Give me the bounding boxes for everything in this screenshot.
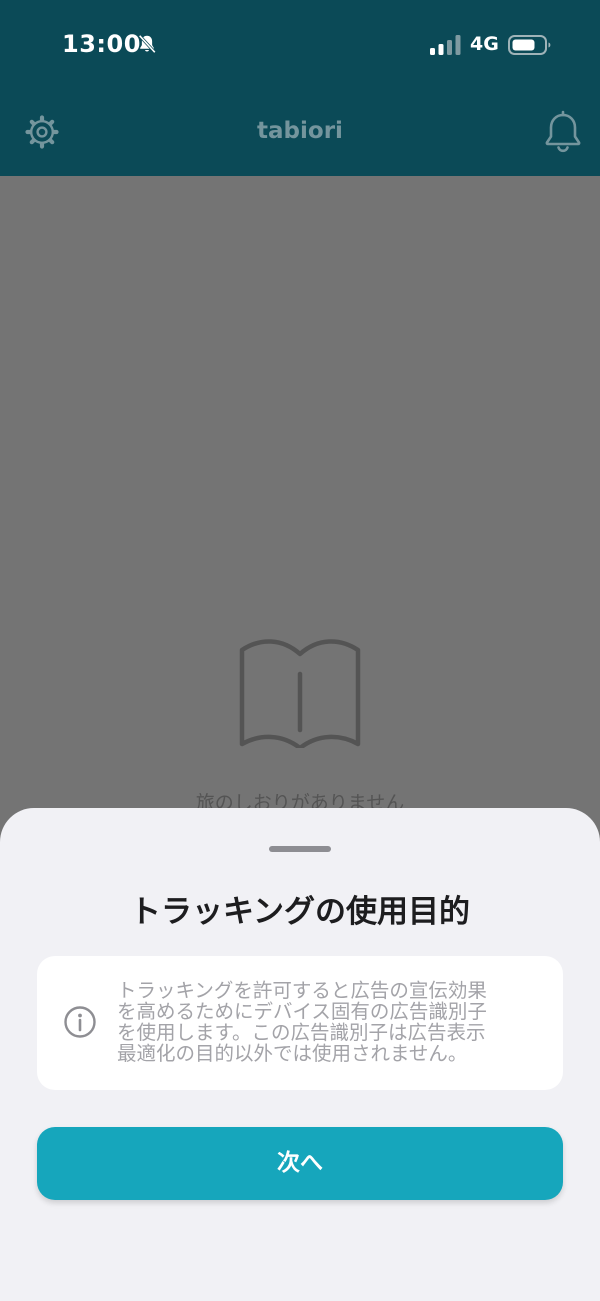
info-text-line: 最適化の目的以外では使用されません。 (117, 1042, 468, 1065)
info-icon (64, 1006, 96, 1038)
info-text: トラッキングを許可すると広告の宣伝効果 を高めるためにデバイス固有の広告識別子 … (117, 980, 543, 1064)
cellular-signal-icon (430, 35, 461, 55)
next-button[interactable]: 次へ (37, 1127, 563, 1200)
sheet-title: トラッキングの使用目的 (129, 894, 471, 930)
bell-icon[interactable] (542, 110, 584, 154)
tracking-bottom-sheet: トラッキングの使用目的 トラッキングを許可すると広告の宣伝効果 を高めるためにデ… (0, 808, 600, 1301)
app-header: tabiori (0, 88, 600, 176)
app-title: tabiori (257, 118, 343, 144)
info-card: トラッキングを許可すると広告の宣伝効果 を高めるためにデバイス固有の広告識別子 … (37, 956, 563, 1090)
info-text-line: トラッキングを許可すると広告の宣伝効果 (117, 979, 487, 1002)
info-text-line: を使用します。この広告識別子は広告表示 (117, 1021, 486, 1044)
network-type-label: 4G (470, 33, 499, 55)
open-book-icon (239, 639, 361, 748)
status-bar: 13:00 4G (0, 0, 600, 88)
info-text-line: を高めるためにデバイス固有の広告識別子 (117, 1000, 487, 1023)
sheet-grabber[interactable] (269, 846, 331, 852)
battery-icon (508, 35, 551, 55)
status-time: 13:00 (62, 30, 141, 58)
bell-slash-icon (138, 34, 156, 54)
